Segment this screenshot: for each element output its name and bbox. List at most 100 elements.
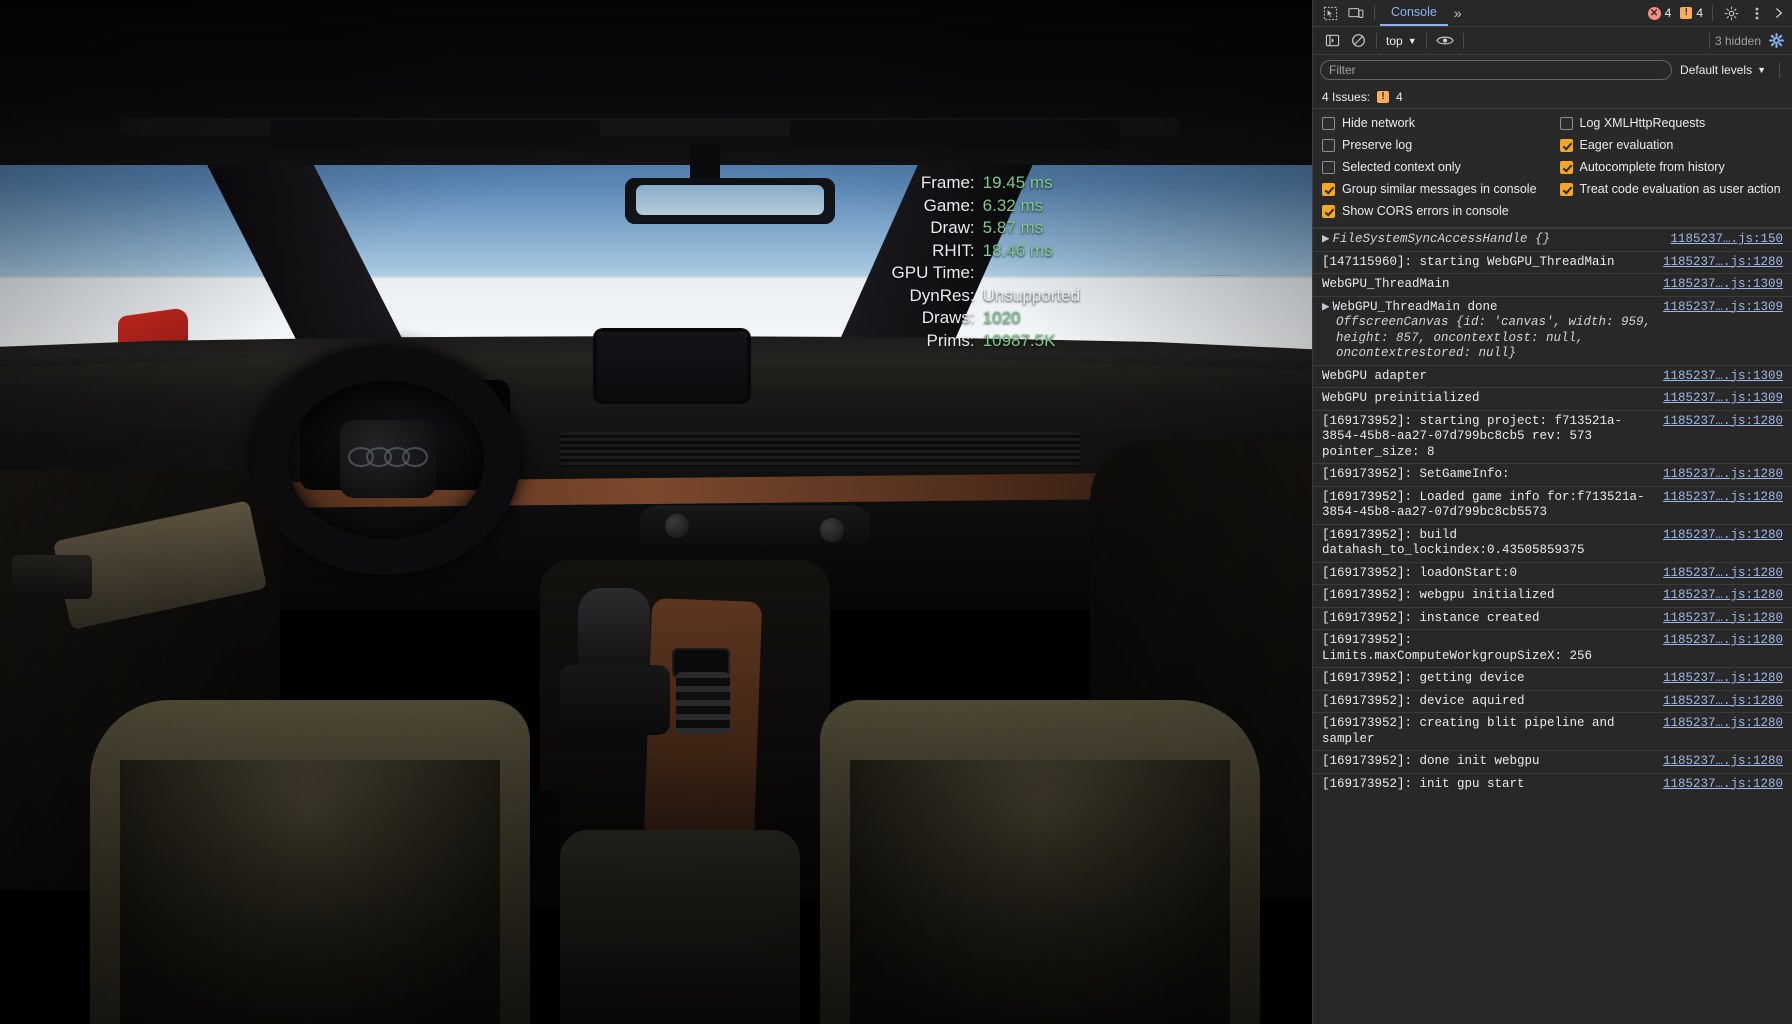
checkbox-checked-icon[interactable]: [1322, 183, 1335, 196]
close-icon[interactable]: [1770, 1, 1788, 25]
error-count-badge[interactable]: ✕ 4: [1648, 6, 1672, 20]
hidden-messages-label[interactable]: 3 hidden: [1715, 34, 1769, 48]
stats-value: [983, 262, 1080, 285]
console-log-source-link[interactable]: 1185237….js:150: [1670, 232, 1783, 248]
warning-count-badge[interactable]: ! 4: [1680, 6, 1703, 20]
shifter-base: [560, 665, 670, 735]
device-toolbar-icon[interactable]: [1343, 1, 1369, 25]
stats-row: GPU Time:: [892, 262, 1080, 285]
console-log-row[interactable]: [169173952]: getting device1185237….js:1…: [1313, 667, 1792, 690]
console-log-source-link[interactable]: 1185237….js:1280: [1663, 777, 1783, 793]
log-levels-dropdown[interactable]: Default levels ▼: [1680, 63, 1766, 77]
chevron-down-icon: ▼: [1757, 65, 1766, 75]
console-setting-item[interactable]: Autocomplete from history: [1560, 160, 1784, 175]
checkbox-unchecked-icon[interactable]: [1322, 161, 1335, 174]
checkbox-checked-icon[interactable]: [1560, 161, 1573, 174]
console-log-source-link[interactable]: 1185237….js:1280: [1663, 671, 1783, 687]
console-setting-label: Show CORS errors in console: [1342, 204, 1509, 219]
console-log-list[interactable]: ▶FileSystemSyncAccessHandle {}1185237….j…: [1313, 228, 1792, 1024]
console-log-row[interactable]: ▶WebGPU_ThreadMain doneOffscreenCanvas {…: [1313, 296, 1792, 365]
console-log-row[interactable]: [169173952]: device aquired 1185237….js:1…: [1313, 690, 1792, 713]
console-log-row[interactable]: ▶FileSystemSyncAccessHandle {}1185237….j…: [1313, 228, 1792, 251]
console-log-row[interactable]: [169173952]: SetGameInfo: 1185237….js:128…: [1313, 463, 1792, 486]
console-log-text: [147115960]: starting WebGPU_ThreadMain: [1322, 255, 1615, 269]
console-log-row[interactable]: WebGPU_ThreadMain1185237….js:1309: [1313, 273, 1792, 296]
checkbox-unchecked-icon[interactable]: [1322, 139, 1335, 152]
console-log-row[interactable]: [169173952]: instance created1185237….js…: [1313, 607, 1792, 630]
console-log-source-link[interactable]: 1185237….js:1309: [1663, 391, 1783, 407]
checkbox-checked-icon[interactable]: [1560, 139, 1573, 152]
console-log-source-link[interactable]: 1185237….js:1280: [1663, 633, 1783, 649]
console-log-source-link[interactable]: 1185237….js:1309: [1663, 369, 1783, 385]
console-log-row[interactable]: WebGPU adapter1185237….js:1309: [1313, 365, 1792, 388]
console-log-row[interactable]: [169173952]: init gpu start 1185237….js:1…: [1313, 773, 1792, 796]
live-expression-icon[interactable]: [1432, 29, 1458, 53]
console-setting-item[interactable]: Group similar messages in console: [1322, 182, 1546, 197]
console-setting-item[interactable]: Selected context only: [1322, 160, 1546, 175]
app-root: Frame:19.45 msGame:6.32 msDraw:5.87 msRH…: [0, 0, 1792, 1024]
show-console-sidebar-icon[interactable]: [1319, 29, 1345, 53]
console-setting-item[interactable]: Log XMLHttpRequests: [1560, 116, 1784, 131]
console-log-message: WebGPU preinitialized: [1322, 391, 1655, 407]
context-selector[interactable]: top ▼: [1382, 34, 1421, 48]
console-log-source-link[interactable]: 1185237….js:1309: [1663, 277, 1783, 293]
console-setting-label: Selected context only: [1342, 160, 1461, 175]
console-setting-item[interactable]: Eager evaluation: [1560, 138, 1784, 153]
console-setting-item[interactable]: Hide network: [1322, 116, 1546, 131]
issues-bar[interactable]: 4 Issues: ! 4: [1313, 85, 1792, 109]
gear-icon[interactable]: [1718, 1, 1744, 25]
console-log-text: [169173952]: device aquired: [1322, 694, 1525, 708]
console-log-source-link[interactable]: 1185237….js:1280: [1663, 255, 1783, 271]
console-log-source-link[interactable]: 1185237….js:1309: [1663, 300, 1783, 316]
console-log-message: [169173952]: init gpu start: [1322, 777, 1655, 793]
checkbox-unchecked-icon[interactable]: [1322, 117, 1335, 130]
stats-row: Frame:19.45 ms: [892, 172, 1080, 195]
checkbox-checked-icon[interactable]: [1322, 205, 1335, 218]
console-log-message: [169173952]: done init webgpu: [1322, 754, 1655, 770]
checkbox-checked-icon[interactable]: [1560, 183, 1573, 196]
console-log-row[interactable]: [169173952]: build datahash_to_lockindex…: [1313, 524, 1792, 562]
game-viewport[interactable]: Frame:19.45 msGame:6.32 msDraw:5.87 msRH…: [0, 0, 1312, 1024]
console-log-row[interactable]: [169173952]: Limits.maxComputeWorkgroupS…: [1313, 629, 1792, 667]
stats-key: Frame:: [892, 172, 983, 195]
console-setting-label: Group similar messages in console: [1342, 182, 1537, 197]
expand-triangle-icon[interactable]: ▶: [1322, 300, 1330, 316]
expand-triangle-icon[interactable]: ▶: [1322, 232, 1330, 248]
console-log-row[interactable]: [169173952]: creating blit pipeline and …: [1313, 712, 1792, 750]
console-log-source-link[interactable]: 1185237….js:1280: [1663, 528, 1783, 544]
console-log-source-link[interactable]: 1185237….js:1280: [1663, 754, 1783, 770]
checkbox-unchecked-icon[interactable]: [1560, 117, 1573, 130]
console-buttons: [676, 672, 730, 734]
console-log-message: [169173952]: loadOnStart:0: [1322, 566, 1655, 582]
inspect-element-icon[interactable]: [1317, 1, 1343, 25]
kebab-menu-icon[interactable]: [1744, 1, 1770, 25]
console-setting-item[interactable]: Show CORS errors in console: [1322, 204, 1546, 219]
console-log-row[interactable]: [169173952]: done init webgpu 1185237….js…: [1313, 750, 1792, 773]
console-log-source-link[interactable]: 1185237….js:1280: [1663, 467, 1783, 483]
console-log-row[interactable]: [147115960]: starting WebGPU_ThreadMain 1…: [1313, 251, 1792, 274]
console-setting-item[interactable]: Treat code evaluation as user action: [1560, 182, 1784, 197]
more-tabs-icon[interactable]: »: [1448, 1, 1468, 25]
console-log-source-link[interactable]: 1185237….js:1280: [1663, 490, 1783, 506]
console-settings-gear-icon[interactable]: [1769, 33, 1784, 48]
console-log-row[interactable]: [169173952]: webgpu initialized 1185237….…: [1313, 584, 1792, 607]
console-log-source-link[interactable]: 1185237….js:1280: [1663, 588, 1783, 604]
console-log-text: [169173952]: webgpu initialized: [1322, 588, 1555, 602]
console-log-source-link[interactable]: 1185237….js:1280: [1663, 611, 1783, 627]
filter-input[interactable]: [1320, 60, 1672, 80]
console-log-text: [169173952]: SetGameInfo:: [1322, 467, 1510, 481]
console-log-source-link[interactable]: 1185237….js:1280: [1663, 414, 1783, 430]
tab-console[interactable]: Console: [1380, 0, 1448, 26]
console-log-text: [169173952]: done init webgpu: [1322, 754, 1540, 768]
console-log-row[interactable]: [169173952]: Loaded game info for:f71352…: [1313, 486, 1792, 524]
console-log-row[interactable]: [169173952]: starting project: f713521a-…: [1313, 410, 1792, 464]
console-setting-item[interactable]: Preserve log: [1322, 138, 1546, 153]
door-panel-left: [0, 470, 280, 890]
console-log-source-link[interactable]: 1185237….js:1280: [1663, 566, 1783, 582]
console-log-row[interactable]: [169173952]: loadOnStart:0 1185237….js:12…: [1313, 562, 1792, 585]
clear-console-icon[interactable]: [1345, 29, 1371, 53]
console-log-row[interactable]: WebGPU preinitialized 1185237….js:1309: [1313, 387, 1792, 410]
console-log-source-link[interactable]: 1185237….js:1280: [1663, 716, 1783, 732]
console-log-message: [147115960]: starting WebGPU_ThreadMain: [1322, 255, 1655, 271]
console-log-source-link[interactable]: 1185237….js:1280: [1663, 694, 1783, 710]
